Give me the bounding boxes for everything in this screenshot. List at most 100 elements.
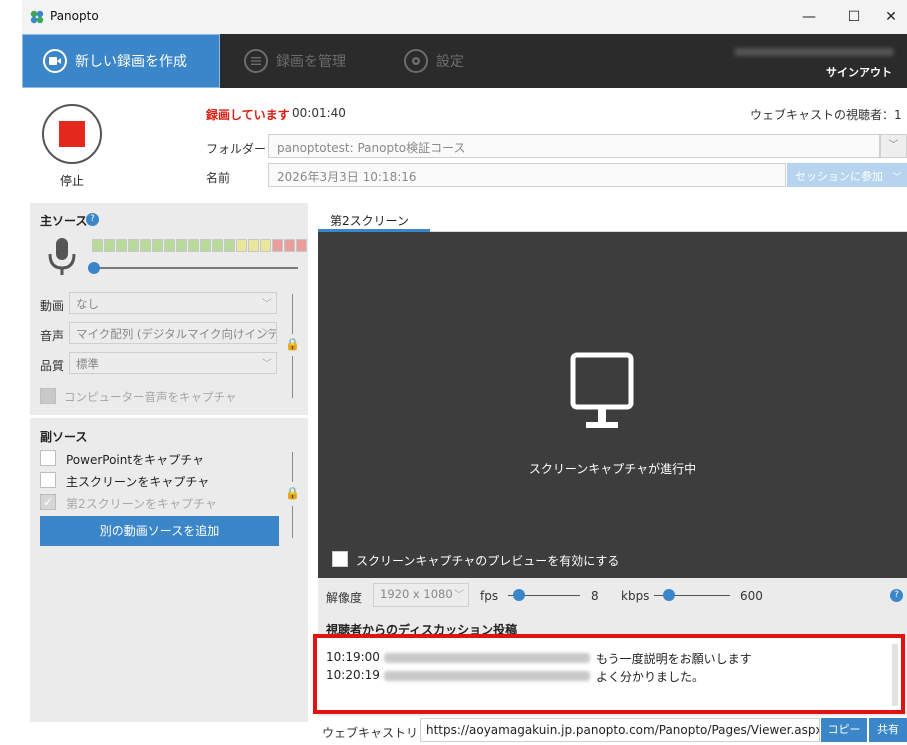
chevron-down-icon: ﹀ bbox=[454, 590, 464, 601]
microphone-icon bbox=[48, 238, 76, 275]
chevron-down-icon: ﹀ bbox=[262, 329, 272, 340]
kbps-value: 600 bbox=[740, 589, 763, 603]
audio-level-segment bbox=[200, 239, 211, 252]
audio-level-segment bbox=[92, 239, 103, 252]
share-button[interactable]: 共有 bbox=[869, 718, 907, 742]
lock-icon[interactable]: 🔒 bbox=[285, 486, 300, 500]
capture-main-screen-checkbox[interactable] bbox=[40, 472, 56, 488]
lock-icon[interactable]: 🔒 bbox=[285, 337, 300, 351]
monitor-icon bbox=[570, 352, 634, 428]
window-left-edge bbox=[22, 88, 30, 745]
join-session-button[interactable]: セッションに参加 ﹀ bbox=[787, 163, 907, 187]
screen-capture-status: スクリーンキャプチャが進行中 bbox=[528, 462, 697, 476]
audio-label: 音声 bbox=[40, 329, 65, 343]
message-author-redacted bbox=[384, 671, 590, 681]
video-camera-icon bbox=[43, 49, 67, 73]
audio-volume-knob[interactable] bbox=[88, 262, 100, 274]
kbps-slider-knob[interactable] bbox=[663, 589, 675, 601]
fps-label: fps bbox=[480, 589, 499, 603]
secondary-source-title: 副ソース bbox=[40, 430, 88, 444]
gear-icon bbox=[404, 49, 428, 73]
list-icon bbox=[244, 49, 268, 73]
audio-source-value: マイク配列 (デジタルマイク向けインテ bbox=[76, 327, 277, 341]
title-bar: Panopto — ☐ ✕ bbox=[22, 0, 907, 34]
window-title: Panopto bbox=[50, 9, 99, 23]
primary-source-title: 主ソース bbox=[40, 214, 88, 228]
chevron-down-icon: ﹀ bbox=[262, 299, 272, 310]
audio-level-segment bbox=[140, 239, 151, 252]
quality-select[interactable]: 標準 ﹀ bbox=[69, 352, 277, 374]
message-time: 10:20:19 bbox=[326, 668, 380, 682]
capture-second-screen-checkbox[interactable]: ✓ bbox=[40, 494, 56, 510]
lock-bracket bbox=[292, 294, 293, 334]
audio-level-segment bbox=[272, 239, 283, 252]
join-session-label: セッションに参加 bbox=[795, 170, 883, 183]
capture-powerpoint-label: PowerPointをキャプチャ bbox=[66, 453, 204, 467]
webcast-link-field[interactable]: https://aoyamagakuin.jp.panopto.com/Pano… bbox=[420, 718, 820, 742]
quality-value: 標準 bbox=[76, 357, 99, 371]
folder-label: フォルダー bbox=[206, 142, 267, 156]
audio-level-segment bbox=[152, 239, 163, 252]
audio-volume-slider[interactable] bbox=[92, 267, 298, 269]
join-session-chevron-icon: ﹀ bbox=[892, 173, 902, 183]
close-button[interactable]: ✕ bbox=[874, 4, 907, 30]
lock-bracket bbox=[292, 506, 293, 538]
tab-manage-recordings-label: 録画を管理 bbox=[276, 54, 346, 70]
folder-select[interactable]: panoptotest: Panopto検証コース bbox=[268, 134, 880, 158]
panopto-logo-icon bbox=[30, 10, 44, 24]
add-video-source-button[interactable]: 別の動画ソースを追加 bbox=[40, 516, 279, 546]
help-icon[interactable]: ? bbox=[890, 589, 903, 602]
resolution-value: 1920 x 1080 bbox=[380, 587, 453, 601]
quality-label: 品質 bbox=[40, 359, 65, 373]
signout-link[interactable]: サインアウト bbox=[826, 64, 892, 80]
message-text: よく分かりました。 bbox=[596, 670, 705, 684]
stop-icon bbox=[59, 121, 85, 147]
audio-level-segment bbox=[116, 239, 127, 252]
user-email-redacted bbox=[734, 48, 894, 56]
message-time: 10:19:00 bbox=[326, 650, 380, 664]
tab-second-screen[interactable]: 第2スクリーン bbox=[330, 212, 409, 229]
audio-level-segment bbox=[284, 239, 295, 252]
webcast-viewer-count: ウェブキャストの視聴者：1 bbox=[750, 108, 902, 122]
chevron-down-icon: ﹀ bbox=[262, 359, 272, 370]
enable-preview-label: スクリーンキャプチャのプレビューを有効にする bbox=[356, 554, 620, 568]
audio-level-segment bbox=[224, 239, 235, 252]
enable-preview-checkbox[interactable] bbox=[332, 551, 348, 567]
folder-dropdown-chevron-icon[interactable]: ﹀ bbox=[880, 134, 907, 158]
video-source-value: なし bbox=[76, 297, 99, 311]
tab-create-recording[interactable]: 新しい録画を作成 bbox=[22, 34, 220, 88]
capture-powerpoint-checkbox[interactable] bbox=[40, 450, 56, 466]
minimize-button[interactable]: — bbox=[792, 4, 826, 30]
fps-slider-knob[interactable] bbox=[513, 589, 525, 601]
stop-button[interactable] bbox=[42, 104, 102, 164]
tab-settings-label: 設定 bbox=[436, 54, 464, 70]
tab-create-recording-label: 新しい録画を作成 bbox=[75, 54, 187, 70]
capture-main-screen-label: 主スクリーンをキャプチャ bbox=[66, 475, 210, 489]
audio-level-segment bbox=[296, 239, 307, 252]
recording-status: 録画しています bbox=[206, 108, 290, 122]
audio-level-segment bbox=[128, 239, 139, 252]
resolution-label: 解像度 bbox=[326, 591, 363, 605]
tab-manage-recordings[interactable]: 録画を管理 bbox=[244, 34, 394, 88]
nav-bar: 新しい録画を作成 録画を管理 設定 bbox=[22, 34, 907, 88]
recording-time: 00:01:40 bbox=[292, 106, 346, 120]
capture-system-audio-checkbox[interactable] bbox=[40, 388, 56, 404]
lock-bracket bbox=[292, 452, 293, 482]
message-text: もう一度説明をお願いします bbox=[596, 652, 752, 666]
name-input[interactable]: 2026年3月3日 10:18:16 bbox=[268, 163, 786, 187]
audio-source-select[interactable]: マイク配列 (デジタルマイク向けインテ ﹀ bbox=[69, 322, 277, 344]
discussion-scrollbar[interactable] bbox=[892, 644, 898, 706]
audio-level-segment bbox=[212, 239, 223, 252]
audio-level-meter bbox=[92, 239, 307, 252]
capture-second-screen-label: 第2スクリーンをキャプチャ bbox=[66, 497, 217, 511]
audio-level-segment bbox=[176, 239, 187, 252]
help-icon[interactable]: ? bbox=[86, 213, 99, 226]
audio-level-segment bbox=[260, 239, 271, 252]
video-source-select[interactable]: なし ﹀ bbox=[69, 292, 277, 314]
resolution-select[interactable]: 1920 x 1080 ﹀ bbox=[373, 583, 469, 607]
maximize-button[interactable]: ☐ bbox=[837, 4, 871, 30]
copy-button[interactable]: コピー bbox=[821, 718, 867, 742]
tab-settings[interactable]: 設定 bbox=[404, 34, 504, 88]
audio-level-segment bbox=[104, 239, 115, 252]
audio-level-segment bbox=[188, 239, 199, 252]
